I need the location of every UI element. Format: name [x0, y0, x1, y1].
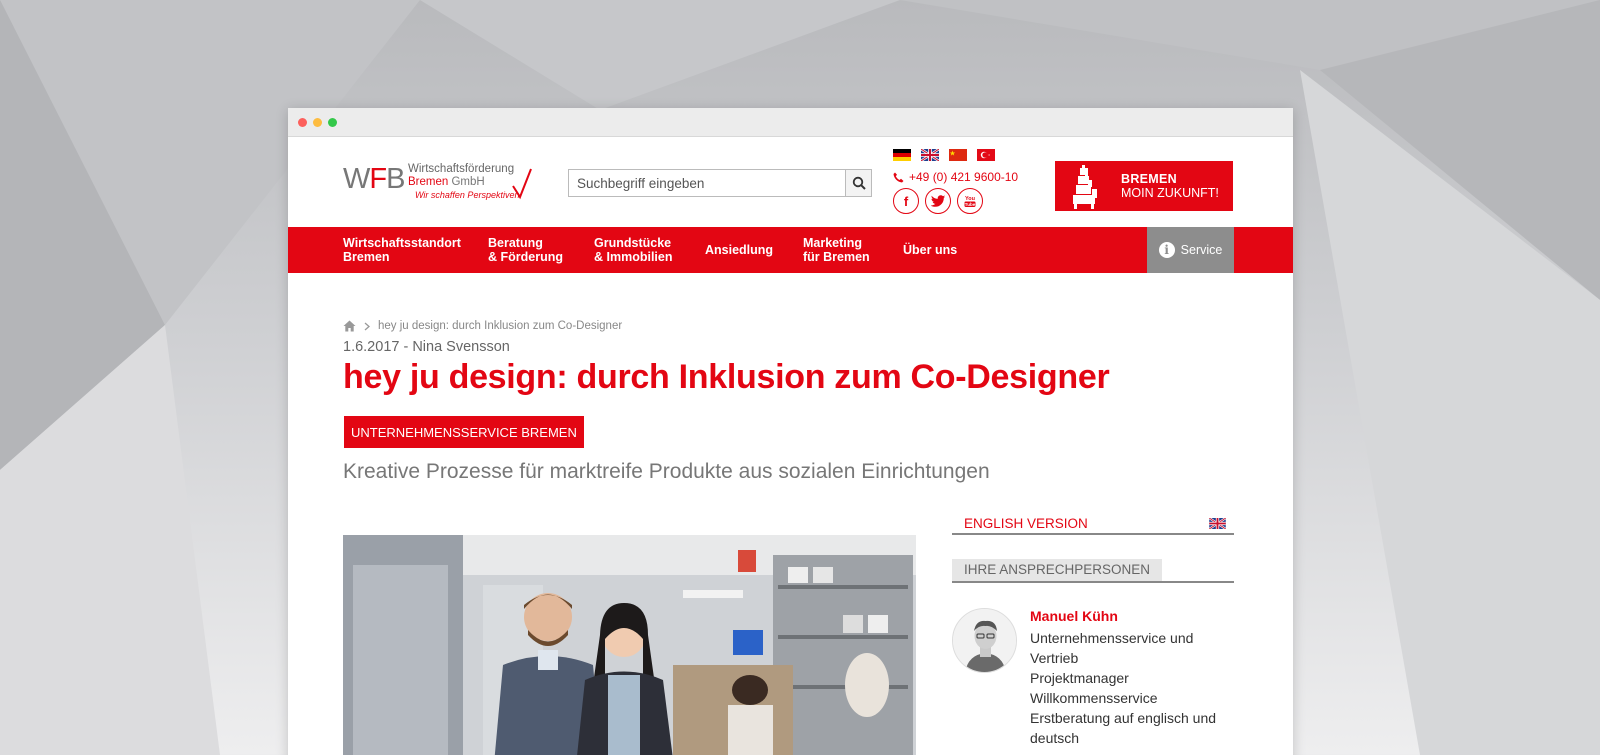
article-meta: 1.6.2017 - Nina Svensson: [343, 339, 510, 355]
info-icon: i: [1158, 242, 1175, 258]
contacts-heading: IHRE ANSPRECHPERSONEN: [952, 559, 1234, 583]
service-button[interactable]: i Service: [1147, 227, 1234, 273]
language-flags: [893, 149, 995, 161]
contact-person-roles: Unternehmensservice und Vertrieb Projekt…: [1030, 628, 1230, 748]
search-box: [568, 169, 872, 197]
twitter-icon[interactable]: [925, 188, 951, 214]
article-subtitle: Kreative Prozesse für marktreife Produkt…: [343, 460, 990, 483]
service-label: Service: [1180, 243, 1223, 257]
window-close-dot[interactable]: [298, 118, 307, 127]
brand-text: BREMEN MOIN ZUKUNFT!: [1121, 172, 1219, 200]
site-header: WFB Wirtschaftsförderung Bremen GmbH Wir…: [288, 137, 1293, 226]
flag-cn-icon[interactable]: [949, 149, 967, 161]
svg-text:Tube: Tube: [965, 202, 976, 207]
search-input[interactable]: [569, 170, 839, 196]
category-badge[interactable]: UNTERNEHMENSSERVICE BREMEN: [344, 416, 584, 448]
flag-uk-icon: [1209, 517, 1226, 529]
home-icon[interactable]: [343, 320, 356, 332]
main-navigation: Wirtschaftsstandort Bremen Beratung & Förd…: [288, 227, 1293, 273]
contact-role-line: Unternehmensservice und Vertrieb: [1030, 630, 1194, 666]
breadcrumb-current: hey ju design: durch Inklusion zum Co-De…: [378, 320, 623, 332]
nav-item-ueber-uns[interactable]: Über uns: [903, 227, 957, 273]
social-links: f You Tube: [893, 188, 983, 214]
chevron-right-icon: [364, 322, 370, 330]
flag-de-icon[interactable]: [893, 149, 911, 161]
english-version-link[interactable]: ENGLISH VERSION: [952, 513, 1234, 535]
youtube-icon[interactable]: You Tube: [957, 188, 983, 214]
nav-item-marketing[interactable]: Marketing für Bremen: [803, 227, 870, 273]
window-titlebar: [288, 108, 1293, 137]
contact-role-line: Erstberatung auf englisch und deutsch: [1030, 710, 1217, 746]
wfb-logo[interactable]: WFB Wirtschaftsförderung Bremen GmbH Wir…: [343, 163, 538, 203]
contact-role-line: Projektmanager Willkommensservice: [1030, 670, 1158, 706]
logo-wordmark: WFB: [343, 163, 405, 195]
english-version-label: ENGLISH VERSION: [964, 515, 1088, 531]
contact-person-name[interactable]: Manuel Kühn: [1030, 608, 1118, 624]
browser-window: WFB Wirtschaftsförderung Bremen GmbH Wir…: [288, 108, 1293, 755]
article-photo: [343, 535, 916, 755]
logo-line-1: Wirtschaftsförderung: [408, 163, 515, 175]
checkmark-icon: [512, 168, 532, 200]
logo-line-2: Bremen GmbH: [408, 176, 485, 188]
nav-item-grundstuecke[interactable]: Grundstücke & Immobilien: [594, 227, 672, 273]
logo-tagline: Wir schaffen Perspektiven: [415, 190, 520, 200]
bremen-brand-banner[interactable]: BREMEN MOIN ZUKUNFT!: [1055, 161, 1233, 211]
search-icon: [852, 176, 866, 190]
nav-item-ansiedlung[interactable]: Ansiedlung: [705, 227, 773, 273]
window-maximize-dot[interactable]: [328, 118, 337, 127]
flag-tr-icon[interactable]: [977, 149, 995, 161]
nav-item-wirtschaftsstandort[interactable]: Wirtschaftsstandort Bremen: [343, 227, 461, 273]
avatar: [952, 608, 1017, 673]
article-headline: hey ju design: durch Inklusion zum Co-De…: [343, 358, 1110, 396]
town-musicians-icon: [1073, 165, 1097, 209]
search-button[interactable]: [845, 170, 871, 196]
flag-uk-icon[interactable]: [921, 149, 939, 161]
nav-item-beratung[interactable]: Beratung & Förderung: [488, 227, 563, 273]
window-minimize-dot[interactable]: [313, 118, 322, 127]
phone-icon: [893, 172, 904, 182]
phone-label: +49 (0) 421 9600-10: [909, 170, 1019, 184]
phone-number[interactable]: +49 (0) 421 9600-10: [893, 170, 1018, 184]
facebook-icon[interactable]: f: [893, 188, 919, 214]
breadcrumb: hey ju design: durch Inklusion zum Co-De…: [343, 320, 622, 332]
